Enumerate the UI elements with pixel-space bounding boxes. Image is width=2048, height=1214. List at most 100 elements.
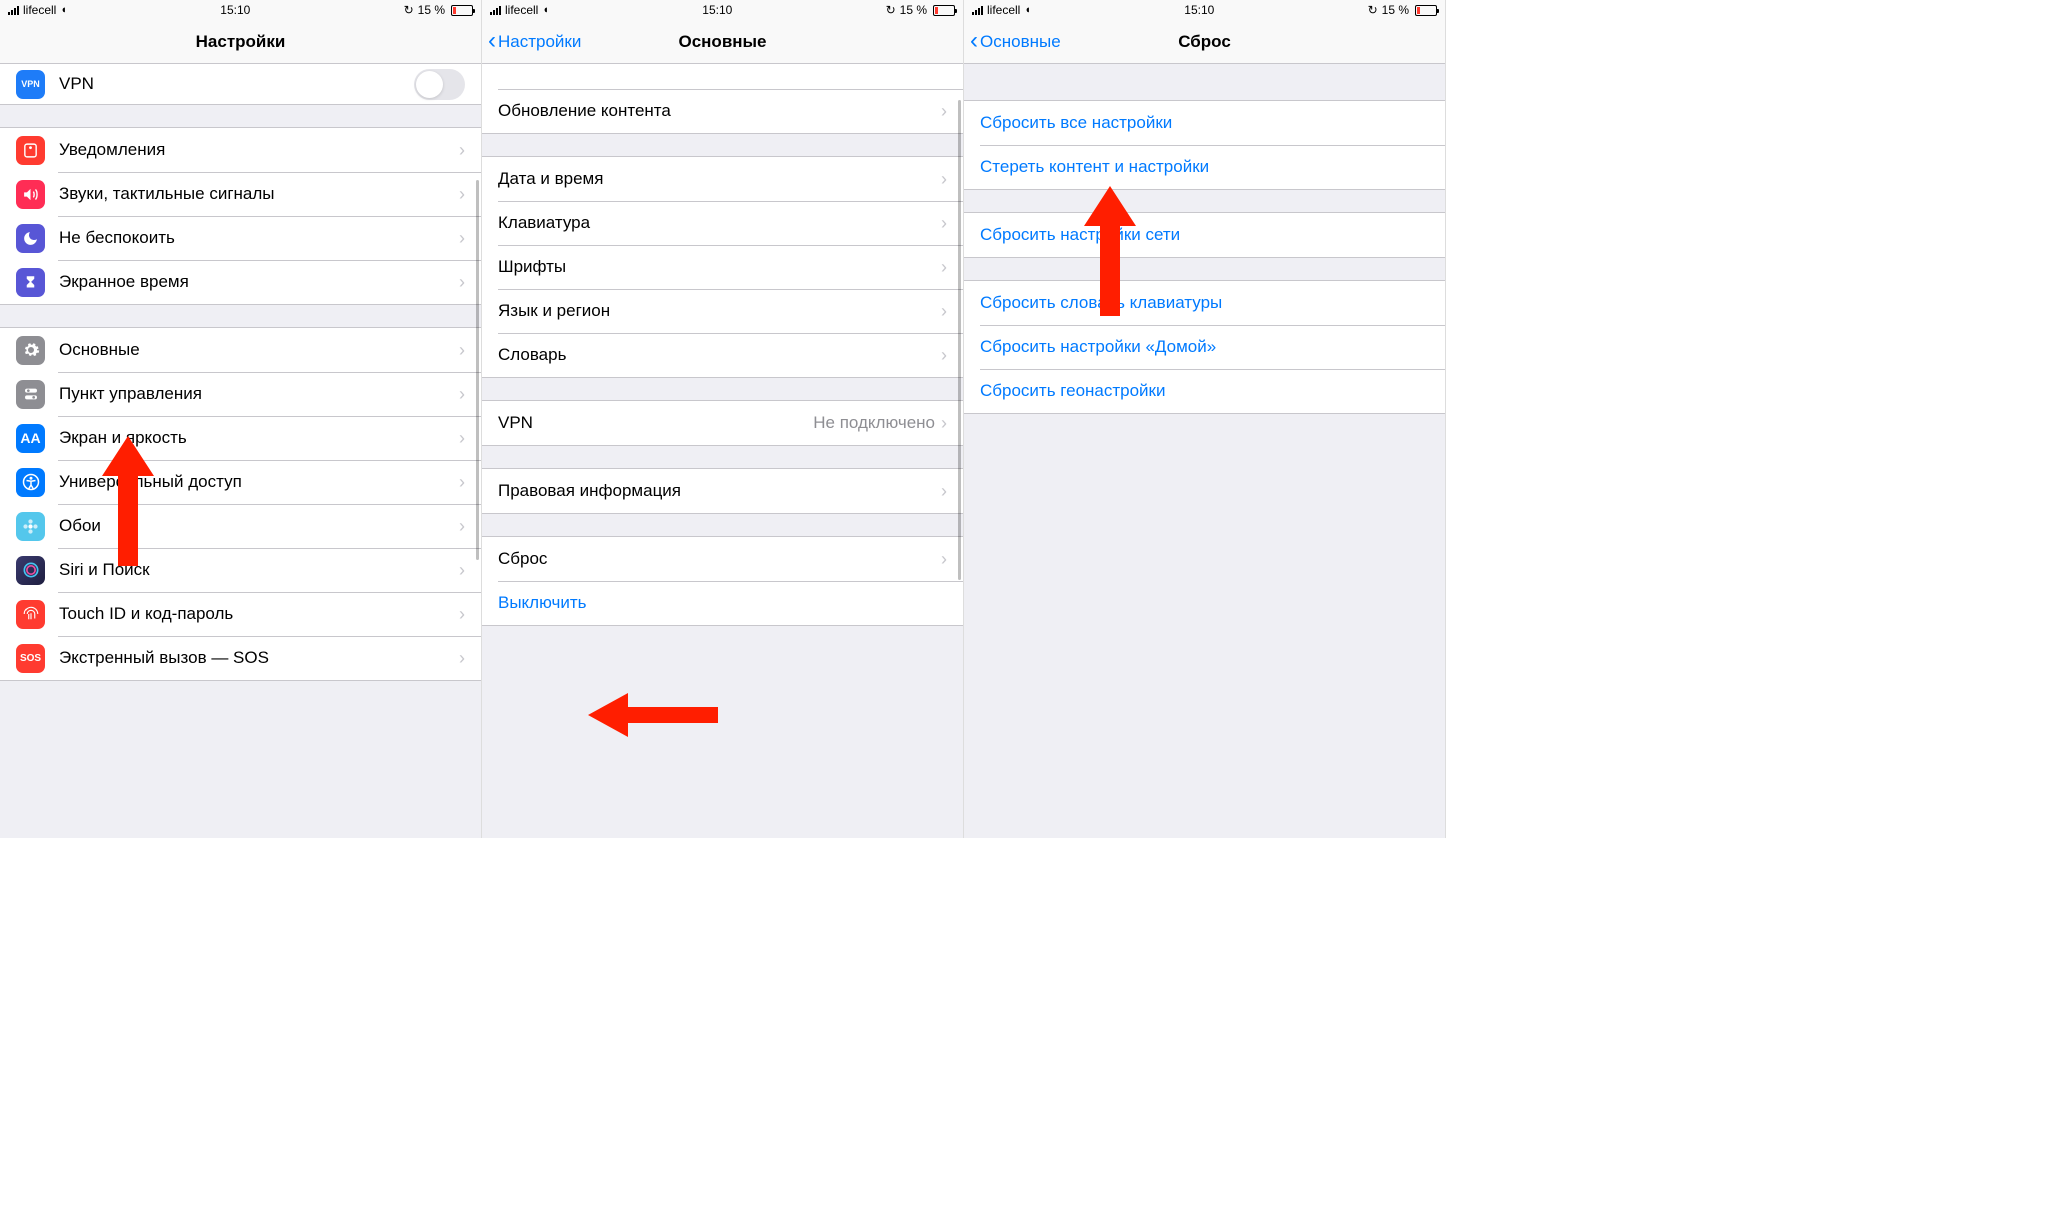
row-reset[interactable]: Сброс › <box>482 537 963 581</box>
general-list[interactable]: Обновление контента › Дата и время › Кла… <box>482 64 963 838</box>
row-dictionary[interactable]: Словарь › <box>482 333 963 377</box>
row-label: Обновление контента <box>498 101 941 121</box>
rotation-lock-icon: ↻ <box>1368 3 1378 17</box>
scroll-indicator <box>958 100 961 580</box>
carrier-label: lifecell <box>505 3 538 17</box>
signal-icon <box>972 6 983 15</box>
page-title: Основные <box>678 32 766 52</box>
wifi-icon: ◖ <box>542 4 549 16</box>
chevron-right-icon: › <box>941 257 947 278</box>
row-siri[interactable]: Siri и Поиск › <box>0 548 481 592</box>
row-keyboard[interactable]: Клавиатура › <box>482 201 963 245</box>
chevron-right-icon: › <box>459 184 465 205</box>
row-screentime[interactable]: Экранное время › <box>0 260 481 304</box>
general-screen: lifecell ◖ 15:10 ↻ 15 % ‹ Настройки Осно… <box>482 0 964 838</box>
battery-icon <box>933 5 955 16</box>
row-reset-all[interactable]: Сбросить все настройки <box>964 101 1445 145</box>
battery-icon <box>451 5 473 16</box>
row-label: Сбросить геонастройки <box>980 381 1429 401</box>
row-label: Экстренный вызов — SOS <box>59 648 459 668</box>
back-button[interactable]: ‹ Основные <box>970 20 1061 63</box>
siri-icon <box>16 556 45 585</box>
row-label: Сбросить настройки «Домой» <box>980 337 1429 357</box>
vpn-icon: VPN <box>16 70 45 99</box>
page-title: Сброс <box>1178 32 1231 52</box>
row-erase-all[interactable]: Стереть контент и настройки <box>964 145 1445 189</box>
row-reset-location[interactable]: Сбросить геонастройки <box>964 369 1445 413</box>
row-reset-keyboard[interactable]: Сбросить словарь клавиатуры <box>964 281 1445 325</box>
carrier-label: lifecell <box>987 3 1020 17</box>
row-fragment[interactable] <box>482 64 963 89</box>
row-label: Сбросить настройки сети <box>980 225 1429 245</box>
chevron-right-icon: › <box>459 560 465 581</box>
row-label: Пункт управления <box>59 384 459 404</box>
row-touchid[interactable]: Touch ID и код-пароль › <box>0 592 481 636</box>
row-label: Стереть контент и настройки <box>980 157 1429 177</box>
back-label: Настройки <box>498 32 581 52</box>
row-label: Дата и время <box>498 169 941 189</box>
signal-icon <box>8 6 19 15</box>
row-label: Экран и яркость <box>59 428 459 448</box>
chevron-right-icon: › <box>941 101 947 122</box>
chevron-right-icon: › <box>941 345 947 366</box>
chevron-right-icon: › <box>459 604 465 625</box>
row-label: Сбросить все настройки <box>980 113 1429 133</box>
row-label: Основные <box>59 340 459 360</box>
page-title: Настройки <box>196 32 286 52</box>
chevron-left-icon: ‹ <box>488 27 496 55</box>
row-reset-network[interactable]: Сбросить настройки сети <box>964 213 1445 257</box>
row-fonts[interactable]: Шрифты › <box>482 245 963 289</box>
flower-icon <box>16 512 45 541</box>
status-bar: lifecell ◖ 15:10 ↻ 15 % <box>964 0 1445 20</box>
scroll-indicator <box>476 180 479 560</box>
settings-list[interactable]: VPN VPN Уведомления › Звуки, тактильные … <box>0 64 481 838</box>
row-dnd[interactable]: Не беспокоить › <box>0 216 481 260</box>
row-label: VPN <box>498 413 813 433</box>
chevron-right-icon: › <box>459 140 465 161</box>
signal-icon <box>490 6 501 15</box>
row-label: VPN <box>59 74 414 94</box>
vpn-toggle[interactable] <box>414 69 465 100</box>
row-notifications[interactable]: Уведомления › <box>0 128 481 172</box>
row-reset-home[interactable]: Сбросить настройки «Домой» <box>964 325 1445 369</box>
row-wallpaper[interactable]: Обои › <box>0 504 481 548</box>
status-bar: lifecell ◖ 15:10 ↻ 15 % <box>482 0 963 20</box>
reset-list[interactable]: Сбросить все настройки Стереть контент и… <box>964 64 1445 838</box>
nav-bar: Настройки <box>0 20 481 64</box>
row-vpn[interactable]: VPN Не подключено › <box>482 401 963 445</box>
row-vpn[interactable]: VPN VPN <box>0 64 481 104</box>
back-button[interactable]: ‹ Настройки <box>488 20 581 63</box>
chevron-right-icon: › <box>941 301 947 322</box>
row-control-center[interactable]: Пункт управления › <box>0 372 481 416</box>
row-label: Siri и Поиск <box>59 560 459 580</box>
row-label: Обои <box>59 516 459 536</box>
chevron-left-icon: ‹ <box>970 27 978 55</box>
row-date-time[interactable]: Дата и время › <box>482 157 963 201</box>
battery-percent: 15 % <box>900 3 927 17</box>
row-display[interactable]: AA Экран и яркость › <box>0 416 481 460</box>
row-sounds[interactable]: Звуки, тактильные сигналы › <box>0 172 481 216</box>
chevron-right-icon: › <box>459 272 465 293</box>
row-general[interactable]: Основные › <box>0 328 481 372</box>
status-time: 15:10 <box>1184 3 1214 17</box>
battery-icon <box>1415 5 1437 16</box>
row-label: Клавиатура <box>498 213 941 233</box>
row-content-refresh[interactable]: Обновление контента › <box>482 89 963 133</box>
row-accessibility[interactable]: Универсальный доступ › <box>0 460 481 504</box>
rotation-lock-icon: ↻ <box>404 3 414 17</box>
back-label: Основные <box>980 32 1061 52</box>
row-label: Не беспокоить <box>59 228 459 248</box>
rotation-lock-icon: ↻ <box>886 3 896 17</box>
row-label: Шрифты <box>498 257 941 277</box>
row-language[interactable]: Язык и регион › <box>482 289 963 333</box>
row-label: Уведомления <box>59 140 459 160</box>
row-emergency[interactable]: SOS Экстренный вызов — SOS › <box>0 636 481 680</box>
row-shutdown[interactable]: Выключить <box>482 581 963 625</box>
row-legal[interactable]: Правовая информация › <box>482 469 963 513</box>
chevron-right-icon: › <box>941 549 947 570</box>
row-label: Сброс <box>498 549 941 569</box>
chevron-right-icon: › <box>459 384 465 405</box>
chevron-right-icon: › <box>459 648 465 669</box>
chevron-right-icon: › <box>941 169 947 190</box>
row-label: Звуки, тактильные сигналы <box>59 184 459 204</box>
